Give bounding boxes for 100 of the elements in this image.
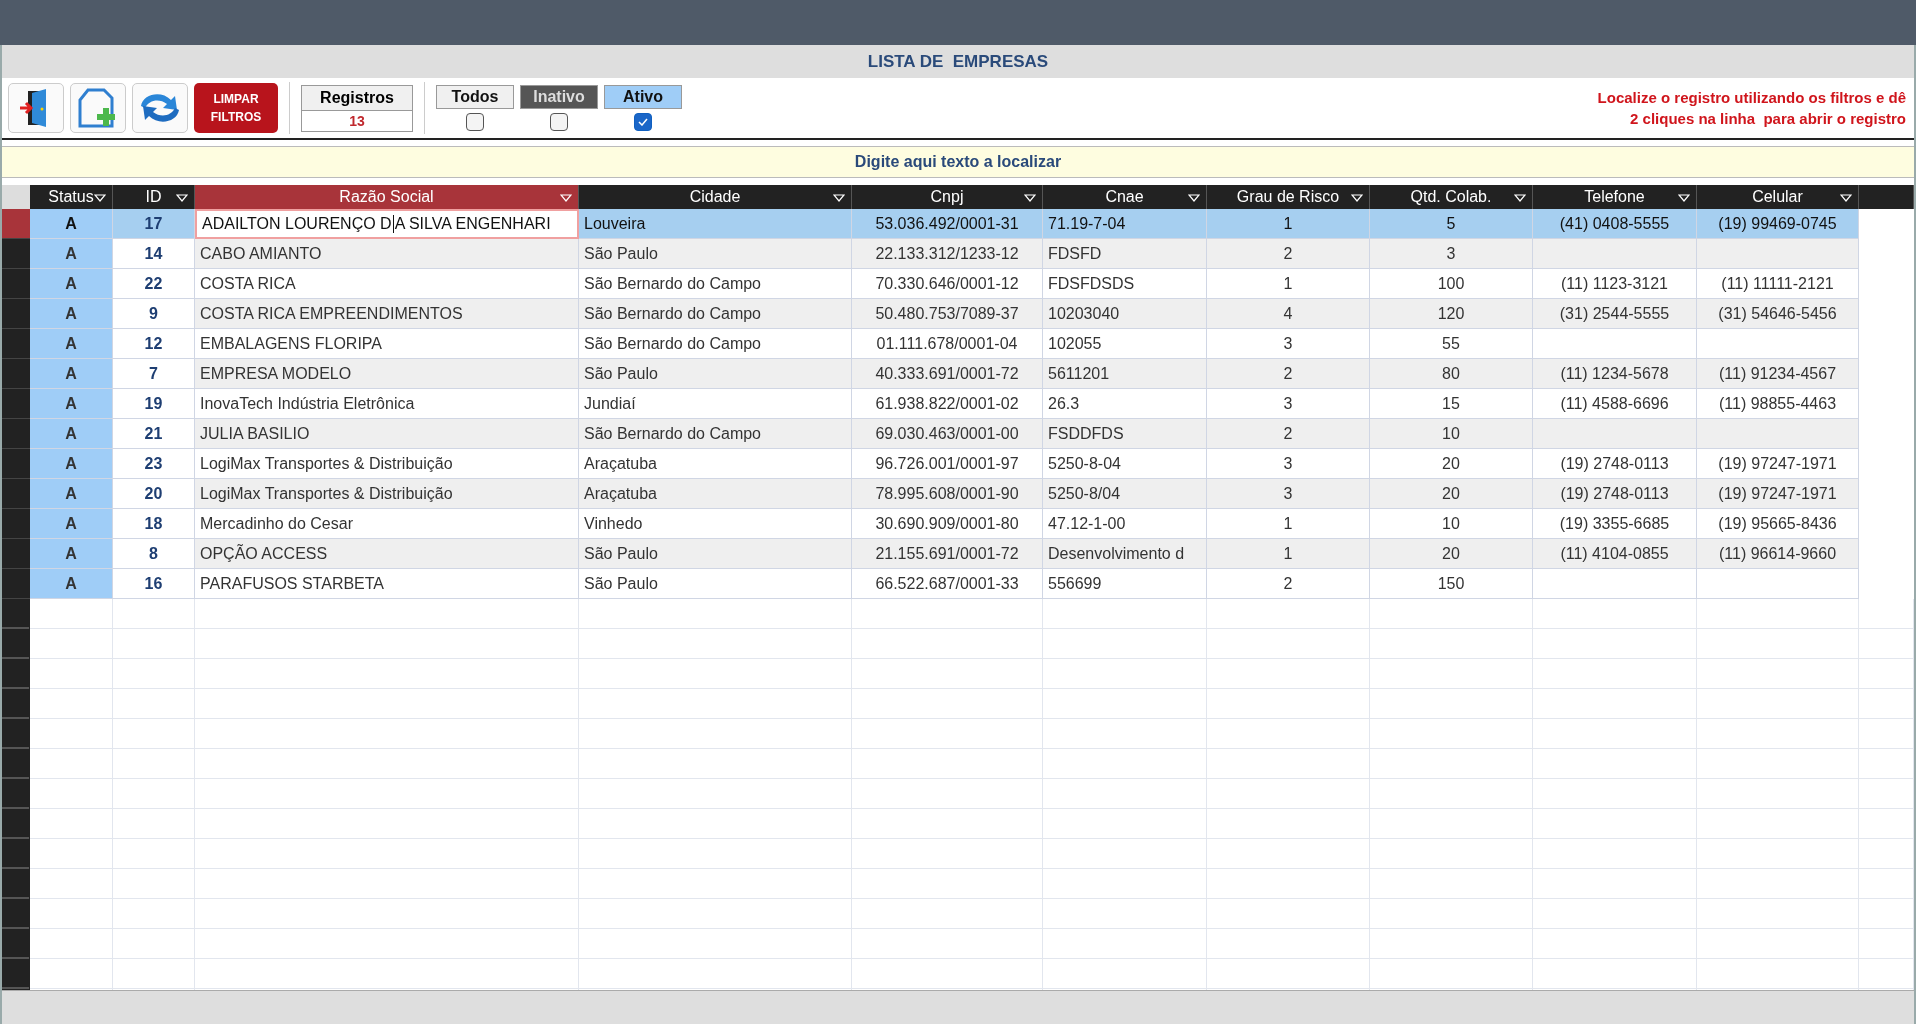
column-header[interactable]: Cnae [1043, 185, 1207, 209]
filter-dropdown-icon[interactable] [1188, 194, 1200, 202]
table-cell: EMBALAGENS FLORIPA [195, 329, 579, 359]
table-cell: InovaTech Indústria Eletrônica [195, 389, 579, 419]
table-cell: Vinhedo [579, 509, 852, 539]
header-corner [2, 185, 30, 209]
filter-dropdown-icon[interactable] [1351, 194, 1363, 202]
filter-dropdown-icon[interactable] [1840, 194, 1852, 202]
column-header[interactable]: Telefone [1533, 185, 1697, 209]
table-cell: 2 [1207, 569, 1370, 599]
table-cell: 61.938.822/0001-02 [852, 389, 1043, 419]
table-cell: (31) 2544-5555 [1533, 299, 1697, 329]
column-header[interactable]: Grau de Risco [1207, 185, 1370, 209]
table-cell: 1 [1207, 269, 1370, 299]
table-cell: 50.480.753/7089-37 [852, 299, 1043, 329]
table-cell: 5250-8-04 [1043, 449, 1207, 479]
table-cell: 3 [1207, 389, 1370, 419]
filter-dropdown-icon[interactable] [833, 194, 845, 202]
table-cell: (19) 2748-0113 [1533, 449, 1697, 479]
column-header[interactable]: Qtd. Colab. [1370, 185, 1533, 209]
table-cell: 20 [113, 479, 195, 509]
table-cell: São Paulo [579, 359, 852, 389]
table-cell: EMPRESA MODELO [195, 359, 579, 389]
filter-dropdown-icon[interactable] [560, 194, 572, 202]
table-cell: 10203040 [1043, 299, 1207, 329]
table-cell: 22 [113, 269, 195, 299]
table-cell: 2 [1207, 239, 1370, 269]
column-header[interactable]: ID [113, 185, 195, 209]
table-cell: (11) 1234-5678 [1533, 359, 1697, 389]
table-cell: (11) 1123-3121 [1533, 269, 1697, 299]
table-cell: (11) 11111-2121 [1697, 269, 1859, 299]
table-cell: PARAFUSOS STARBETA [195, 569, 579, 599]
table-cell: 12 [113, 329, 195, 359]
table-cell: 150 [1370, 569, 1533, 599]
filter-checkbox[interactable] [634, 113, 652, 131]
table-cell: 20 [1370, 449, 1533, 479]
table-cell: 102055 [1043, 329, 1207, 359]
status-cell: A [30, 509, 113, 539]
table-cell: FDSFD [1043, 239, 1207, 269]
column-header[interactable]: Cnpj [852, 185, 1043, 209]
table-cell: 9 [113, 299, 195, 329]
table-cell: 10 [1370, 509, 1533, 539]
filter-dropdown-icon[interactable] [176, 194, 188, 202]
table-cell: 21 [113, 419, 195, 449]
table-cell: 18 [113, 509, 195, 539]
filter-label: Ativo [604, 85, 682, 109]
clear-filters-button[interactable]: LIMPAR FILTROS [194, 83, 278, 133]
column-header[interactable]: Status [30, 185, 113, 209]
filter-dropdown-icon[interactable] [94, 194, 106, 202]
checkmark-icon [638, 118, 648, 126]
table-cell: Araçatuba [579, 479, 852, 509]
status-cell: A [30, 539, 113, 569]
status-cell: A [30, 239, 113, 269]
exit-button[interactable] [8, 83, 64, 133]
table-cell: 20 [1370, 539, 1533, 569]
filter-label: Todos [436, 85, 514, 109]
table-cell: (11) 98855-4463 [1697, 389, 1859, 419]
table-cell: LogiMax Transportes & Distribuição [195, 449, 579, 479]
table-cell: 5611201 [1043, 359, 1207, 389]
column-header[interactable]: Razão Social [195, 185, 579, 209]
table-cell: (19) 97247-1971 [1697, 449, 1859, 479]
table-cell: (11) 96614-9660 [1697, 539, 1859, 569]
table-cell: 100 [1370, 269, 1533, 299]
table-cell: 3 [1370, 239, 1533, 269]
table-cell: (11) 4104-0855 [1533, 539, 1697, 569]
column-header[interactable]: Celular [1697, 185, 1859, 209]
filter-checkbox[interactable] [466, 113, 484, 131]
table-cell: (19) 2748-0113 [1533, 479, 1697, 509]
table-cell: 40.333.691/0001-72 [852, 359, 1043, 389]
table-cell: São Bernardo do Campo [579, 329, 852, 359]
table-cell: JULIA BASILIO [195, 419, 579, 449]
status-cell: A [30, 359, 113, 389]
table-cell: 14 [113, 239, 195, 269]
records-label: Registros [302, 85, 412, 111]
table-cell: 30.690.909/0001-80 [852, 509, 1043, 539]
filter-dropdown-icon[interactable] [1678, 194, 1690, 202]
table-cell: 3 [1207, 479, 1370, 509]
table-cell: São Paulo [579, 569, 852, 599]
status-cell: A [30, 299, 113, 329]
table-cell: (11) 91234-4567 [1697, 359, 1859, 389]
table-cell: 53.036.492/0001-31 [852, 209, 1043, 239]
table-cell: ADAILTON LOURENÇO DA SILVA ENGENHARI [195, 209, 579, 239]
filter-dropdown-icon[interactable] [1514, 194, 1526, 202]
table-cell: São Bernardo do Campo [579, 269, 852, 299]
table-cell: 2 [1207, 359, 1370, 389]
table-cell: 8 [113, 539, 195, 569]
new-record-button[interactable] [70, 83, 126, 133]
table-cell: 71.19-7-04 [1043, 209, 1207, 239]
column-header[interactable]: Cidade [579, 185, 852, 209]
table-cell: FSDDFDS [1043, 419, 1207, 449]
table-cell: Louveira [579, 209, 852, 239]
search-field[interactable]: Digite aqui texto a localizar [2, 146, 1914, 178]
refresh-button[interactable] [132, 83, 188, 133]
filter-checkbox[interactable] [550, 113, 568, 131]
table-cell: 20 [1370, 479, 1533, 509]
table-cell: CABO AMIANTO [195, 239, 579, 269]
table-cell: Araçatuba [579, 449, 852, 479]
filter-dropdown-icon[interactable] [1024, 194, 1036, 202]
table-cell: 1 [1207, 209, 1370, 239]
status-cell: A [30, 209, 113, 239]
